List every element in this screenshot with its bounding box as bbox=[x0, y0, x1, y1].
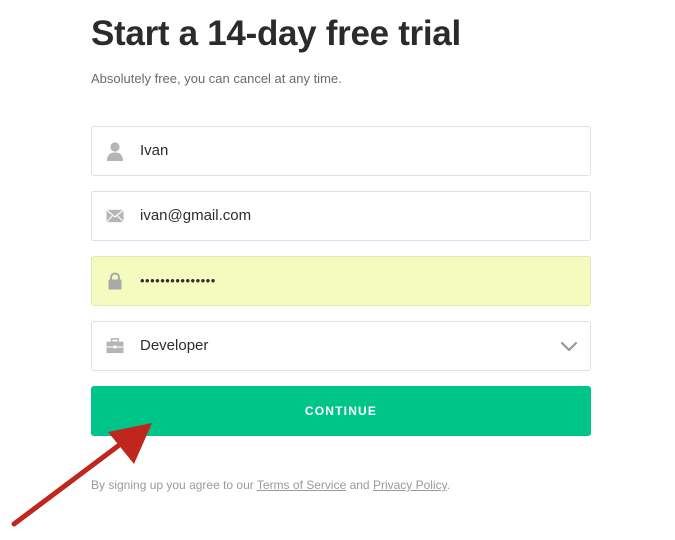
page-title: Start a 14-day free trial bbox=[91, 14, 461, 53]
role-select[interactable]: Developer bbox=[91, 321, 591, 371]
chevron-down-icon[interactable] bbox=[560, 337, 578, 355]
user-icon bbox=[106, 141, 124, 161]
page-subtitle: Absolutely free, you can cancel at any t… bbox=[91, 71, 342, 86]
continue-button[interactable]: CONTINUE bbox=[91, 386, 591, 436]
terms-text: By signing up you agree to our Terms of … bbox=[91, 478, 450, 492]
role-selected-value: Developer bbox=[140, 337, 209, 354]
terms-of-service-link[interactable]: Terms of Service bbox=[257, 478, 346, 492]
password-input[interactable] bbox=[140, 257, 540, 305]
lock-icon bbox=[106, 271, 124, 291]
email-input[interactable] bbox=[140, 192, 540, 240]
briefcase-icon bbox=[106, 336, 124, 356]
email-field[interactable] bbox=[91, 191, 591, 241]
name-field[interactable] bbox=[91, 126, 591, 176]
terms-suffix: . bbox=[446, 478, 451, 492]
terms-prefix: By signing up you agree to our bbox=[91, 478, 257, 492]
terms-middle: and bbox=[346, 478, 373, 492]
password-field[interactable] bbox=[91, 256, 591, 306]
privacy-policy-link[interactable]: Privacy Policy bbox=[373, 478, 447, 492]
envelope-icon bbox=[106, 206, 124, 226]
name-input[interactable] bbox=[140, 127, 540, 175]
